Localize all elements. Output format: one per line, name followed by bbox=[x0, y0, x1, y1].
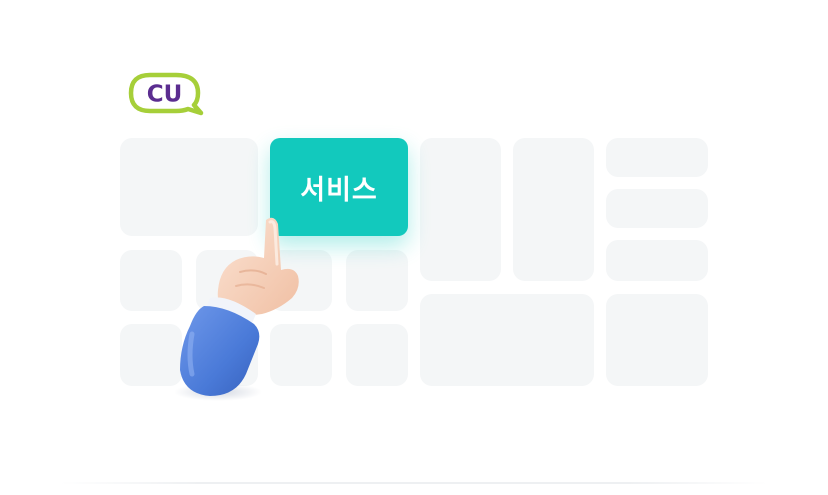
pointing-hand-icon bbox=[170, 206, 310, 402]
cu-logo-text: CU bbox=[147, 82, 183, 108]
skeleton-tile bbox=[420, 294, 594, 386]
skeleton-tile bbox=[606, 189, 708, 228]
service-button-label: 서비스 bbox=[300, 174, 378, 206]
skeleton-tile bbox=[606, 240, 708, 281]
skeleton-tile bbox=[606, 138, 708, 177]
bottom-divider bbox=[60, 482, 768, 484]
skeleton-tile bbox=[346, 324, 408, 386]
skeleton-tile bbox=[346, 250, 408, 311]
skeleton-tile bbox=[513, 138, 594, 281]
illustration-stage: CU 서비스 bbox=[0, 0, 828, 495]
cu-logo-icon: CU bbox=[128, 72, 204, 116]
cu-logo: CU bbox=[128, 70, 204, 116]
skeleton-tile bbox=[420, 138, 501, 281]
skeleton-tile bbox=[606, 294, 708, 386]
